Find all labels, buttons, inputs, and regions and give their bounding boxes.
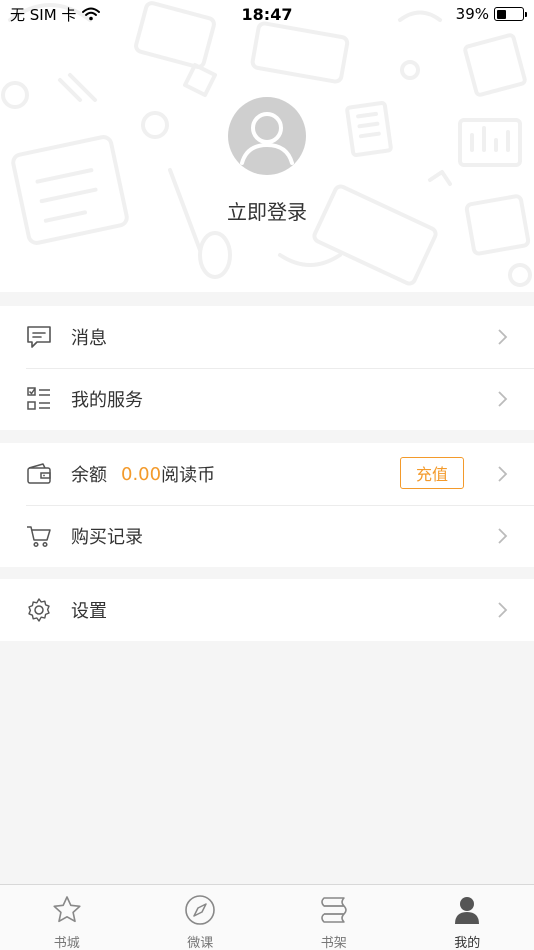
tab-bookshelf[interactable]: 书架 <box>267 885 401 950</box>
menu-item-messages[interactable]: 消息 <box>0 306 534 368</box>
menu-item-purchases[interactable]: 购买记录 <box>0 505 534 567</box>
battery-icon <box>494 7 527 21</box>
cart-icon <box>26 523 52 549</box>
tab-label: 微课 <box>187 936 214 950</box>
tab-microcourse[interactable]: 微课 <box>134 885 268 950</box>
recharge-button[interactable]: 充值 <box>400 457 464 489</box>
balance-amount: 0.00 <box>121 463 162 485</box>
tab-bar: 书城 微课 书架 我的 <box>0 884 534 950</box>
star-icon <box>51 894 83 926</box>
tab-label: 书架 <box>320 936 347 950</box>
wifi-icon <box>82 7 101 21</box>
menu-group-info: 消息 我的服务 <box>0 306 534 430</box>
menu-label-messages: 消息 <box>71 328 107 349</box>
menu-label-settings: 设置 <box>71 601 107 622</box>
menu-label-services: 我的服务 <box>71 390 143 411</box>
battery-fill <box>496 9 506 19</box>
battery-percent: 39% <box>455 5 489 23</box>
login-link[interactable]: 立即登录 <box>0 196 534 225</box>
carrier-label: 无 SIM 卡 <box>10 5 77 24</box>
message-icon <box>26 324 52 350</box>
bookshelf-icon <box>318 894 350 926</box>
chevron-right-icon <box>498 602 508 618</box>
chevron-right-icon <box>498 391 508 407</box>
menu-item-balance[interactable]: 余额 0.00 阅读币 充值 <box>0 443 534 505</box>
avatar[interactable] <box>228 97 306 175</box>
chevron-right-icon <box>498 329 508 345</box>
profile-header: 立即登录 <box>0 0 534 292</box>
default-avatar-icon <box>240 112 294 165</box>
menu-item-services[interactable]: 我的服务 <box>0 368 534 430</box>
compass-icon <box>184 894 216 926</box>
wallet-icon <box>26 461 52 487</box>
tab-mine[interactable]: 我的 <box>401 885 534 950</box>
menu-item-settings[interactable]: 设置 <box>0 579 534 641</box>
tab-bookstore[interactable]: 书城 <box>0 885 134 950</box>
tab-label: 书城 <box>53 936 80 950</box>
menu-group-settings: 设置 <box>0 579 534 641</box>
menu-label-purchases: 购买记录 <box>71 527 143 548</box>
gear-icon <box>26 597 52 623</box>
status-bar: 无 SIM 卡 18:47 39% <box>0 0 534 28</box>
menu-group-wallet: 余额 0.00 阅读币 充值 购买记录 <box>0 443 534 567</box>
balance-unit: 阅读币 <box>161 465 216 486</box>
tab-label: 我的 <box>454 936 481 950</box>
menu-label-balance: 余额 <box>71 465 107 486</box>
chevron-right-icon <box>498 528 508 544</box>
checklist-icon <box>26 386 52 412</box>
person-icon <box>451 894 483 926</box>
chevron-right-icon <box>498 466 508 482</box>
